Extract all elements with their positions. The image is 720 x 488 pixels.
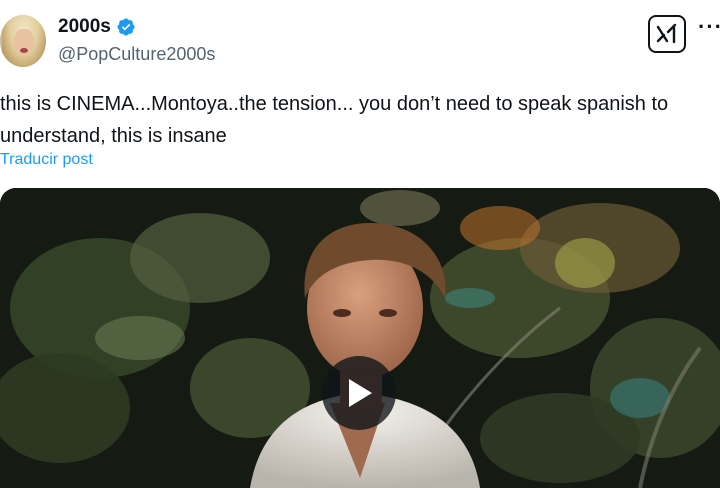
author-avatar[interactable] [0, 15, 46, 67]
play-button[interactable] [322, 356, 396, 430]
translate-post-link[interactable]: Traducir post [0, 151, 93, 169]
grok-icon [656, 23, 677, 44]
post-text: this is CINEMA...Montoya..the tension...… [0, 93, 669, 147]
avatar-mouth [20, 48, 28, 53]
video-frame [0, 188, 720, 488]
video-player[interactable] [0, 188, 720, 488]
author-display-name[interactable]: 2000s [58, 16, 111, 38]
author-display-name-row[interactable]: 2000s [58, 16, 136, 38]
verified-badge-icon [117, 18, 135, 36]
author-handle[interactable]: @PopCulture2000s [58, 44, 215, 65]
more-options-icon[interactable]: ··· [698, 14, 720, 40]
grok-button[interactable] [648, 15, 686, 53]
play-icon [349, 379, 372, 407]
